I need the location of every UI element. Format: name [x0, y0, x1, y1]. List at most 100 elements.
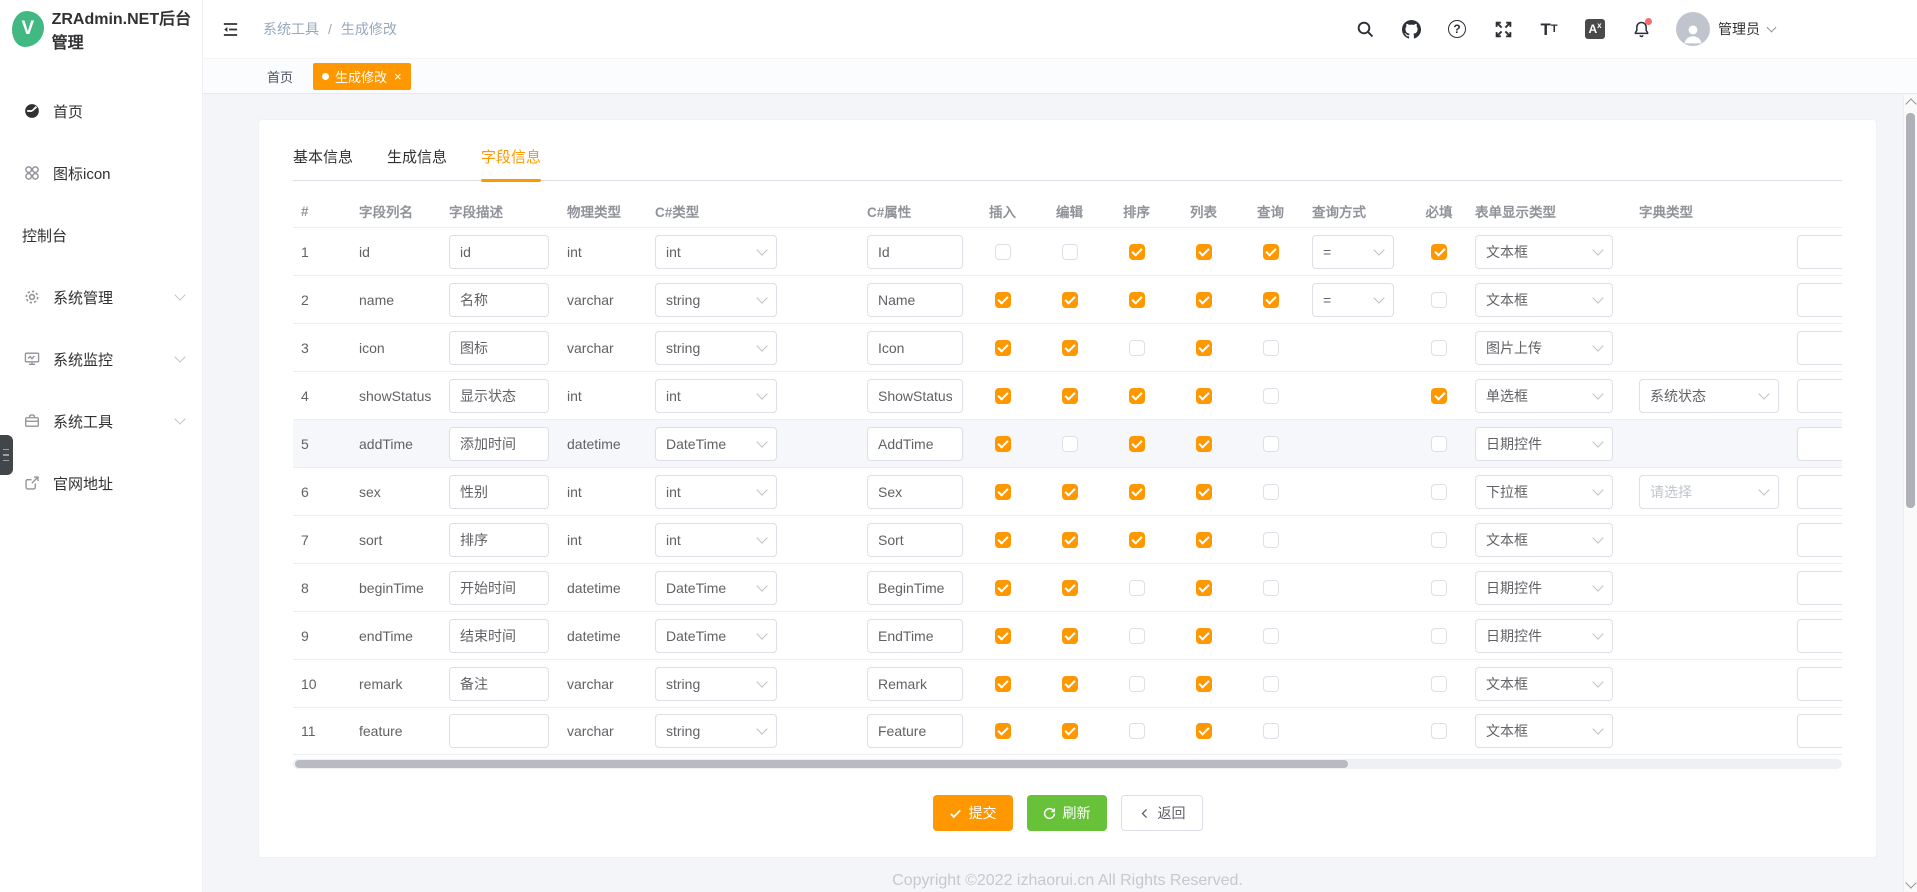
extra-input[interactable]	[1797, 379, 1842, 413]
extra-input[interactable]	[1797, 619, 1842, 653]
insert-checkbox[interactable]	[995, 723, 1011, 739]
dict-type-select[interactable]: 系统状态	[1639, 379, 1779, 413]
sort-checkbox[interactable]	[1129, 676, 1145, 692]
sidebar-item-system-mgmt[interactable]: 系统管理	[0, 266, 202, 328]
query-checkbox[interactable]	[1263, 436, 1279, 452]
field-description-input[interactable]	[449, 379, 549, 413]
extra-input[interactable]	[1797, 331, 1842, 365]
display-type-select[interactable]: 文本框	[1475, 667, 1613, 701]
list-checkbox[interactable]	[1196, 292, 1212, 308]
extra-input[interactable]	[1797, 714, 1842, 748]
edit-checkbox[interactable]	[1062, 244, 1078, 260]
edit-checkbox[interactable]	[1062, 628, 1078, 644]
sort-checkbox[interactable]	[1129, 340, 1145, 356]
csharp-type-select[interactable]: DateTime	[655, 571, 777, 605]
display-type-select[interactable]: 下拉框	[1475, 475, 1613, 509]
required-checkbox[interactable]	[1431, 340, 1447, 356]
vertical-scrollbar-thumb[interactable]	[1906, 113, 1915, 508]
csharp-attr-input[interactable]	[867, 714, 963, 748]
query-checkbox[interactable]	[1263, 676, 1279, 692]
list-checkbox[interactable]	[1196, 388, 1212, 404]
insert-checkbox[interactable]	[995, 436, 1011, 452]
field-description-input[interactable]	[449, 475, 549, 509]
field-description-input[interactable]	[449, 523, 549, 557]
sort-checkbox[interactable]	[1129, 388, 1145, 404]
display-type-select[interactable]: 图片上传	[1475, 331, 1613, 365]
scroll-down-icon[interactable]	[1905, 877, 1916, 888]
edit-checkbox[interactable]	[1062, 580, 1078, 596]
sort-checkbox[interactable]	[1129, 580, 1145, 596]
list-checkbox[interactable]	[1196, 244, 1212, 260]
sort-checkbox[interactable]	[1129, 484, 1145, 500]
user-menu[interactable]: 管理员	[1676, 12, 1775, 46]
close-icon[interactable]: ×	[394, 69, 402, 84]
insert-checkbox[interactable]	[995, 580, 1011, 596]
display-type-select[interactable]: 日期控件	[1475, 619, 1613, 653]
query-type-select[interactable]: =	[1312, 235, 1394, 269]
list-checkbox[interactable]	[1196, 532, 1212, 548]
csharp-attr-input[interactable]	[867, 523, 963, 557]
extra-input[interactable]	[1797, 571, 1842, 605]
csharp-type-select[interactable]: int	[655, 475, 777, 509]
query-checkbox[interactable]	[1263, 484, 1279, 500]
csharp-type-select[interactable]: int	[655, 523, 777, 557]
submit-button[interactable]: 提交	[933, 795, 1013, 831]
csharp-attr-input[interactable]	[867, 427, 963, 461]
display-type-select[interactable]: 日期控件	[1475, 427, 1613, 461]
app-logo[interactable]: V ZRAdmin.NET后台管理	[0, 0, 202, 58]
search-icon[interactable]	[1354, 18, 1376, 40]
edit-checkbox[interactable]	[1062, 676, 1078, 692]
edit-checkbox[interactable]	[1062, 388, 1078, 404]
tag-active[interactable]: 生成修改 ×	[313, 63, 411, 90]
scroll-up-icon[interactable]	[1905, 98, 1916, 109]
insert-checkbox[interactable]	[995, 388, 1011, 404]
sidebar-item-system-monitor[interactable]: 系统监控	[0, 328, 202, 390]
query-checkbox[interactable]	[1263, 628, 1279, 644]
csharp-type-select[interactable]: int	[655, 235, 777, 269]
field-description-input[interactable]	[449, 571, 549, 605]
field-description-input[interactable]	[449, 714, 549, 748]
font-size-icon[interactable]: TT	[1538, 18, 1560, 40]
fullscreen-icon[interactable]	[1492, 18, 1514, 40]
insert-checkbox[interactable]	[995, 628, 1011, 644]
required-checkbox[interactable]	[1431, 628, 1447, 644]
field-description-input[interactable]	[449, 283, 549, 317]
required-checkbox[interactable]	[1431, 723, 1447, 739]
sort-checkbox[interactable]	[1129, 292, 1145, 308]
insert-checkbox[interactable]	[995, 676, 1011, 692]
required-checkbox[interactable]	[1431, 484, 1447, 500]
dict-type-select[interactable]: 请选择	[1639, 475, 1779, 509]
csharp-attr-input[interactable]	[867, 283, 963, 317]
required-checkbox[interactable]	[1431, 436, 1447, 452]
display-type-select[interactable]: 文本框	[1475, 283, 1613, 317]
query-checkbox[interactable]	[1263, 340, 1279, 356]
required-checkbox[interactable]	[1431, 244, 1447, 260]
query-checkbox[interactable]	[1263, 580, 1279, 596]
csharp-attr-input[interactable]	[867, 331, 963, 365]
insert-checkbox[interactable]	[995, 292, 1011, 308]
insert-checkbox[interactable]	[995, 340, 1011, 356]
required-checkbox[interactable]	[1431, 532, 1447, 548]
help-icon[interactable]: ?	[1446, 18, 1468, 40]
query-checkbox[interactable]	[1263, 723, 1279, 739]
csharp-attr-input[interactable]	[867, 235, 963, 269]
sort-checkbox[interactable]	[1129, 244, 1145, 260]
list-checkbox[interactable]	[1196, 436, 1212, 452]
sidebar-item-system-tools[interactable]: 系统工具	[0, 390, 202, 452]
list-checkbox[interactable]	[1196, 340, 1212, 356]
tab-gen-info[interactable]: 生成信息	[387, 146, 447, 180]
theme-drawer-handle[interactable]	[0, 435, 13, 475]
csharp-attr-input[interactable]	[867, 667, 963, 701]
csharp-type-select[interactable]: DateTime	[655, 619, 777, 653]
csharp-attr-input[interactable]	[867, 379, 963, 413]
csharp-type-select[interactable]: string	[655, 667, 777, 701]
sort-checkbox[interactable]	[1129, 628, 1145, 644]
horizontal-scrollbar-thumb[interactable]	[295, 760, 1348, 768]
notification-bell-icon[interactable]	[1630, 18, 1652, 40]
tab-field-info[interactable]: 字段信息	[481, 146, 541, 180]
query-checkbox[interactable]	[1263, 532, 1279, 548]
extra-input[interactable]	[1797, 427, 1842, 461]
insert-checkbox[interactable]	[995, 532, 1011, 548]
csharp-type-select[interactable]: string	[655, 283, 777, 317]
extra-input[interactable]	[1797, 667, 1842, 701]
